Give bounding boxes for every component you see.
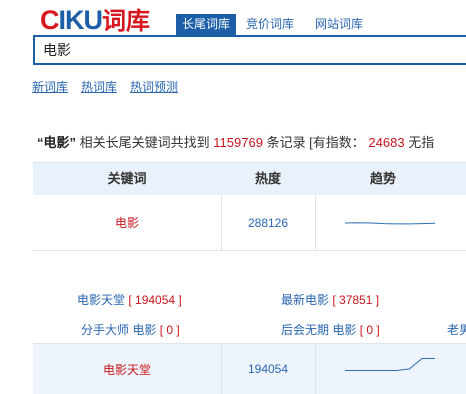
related-word[interactable]: 老男 <box>447 323 466 337</box>
logo[interactable]: CIKU词库 <box>40 5 150 37</box>
trend-sparkline <box>345 358 435 371</box>
trend-cell <box>315 344 465 394</box>
related-count: 37851 <box>339 293 373 307</box>
summary-count: 1159769 <box>213 135 263 150</box>
trend-cell <box>315 195 465 250</box>
summary-keyword: “电影” <box>37 135 77 150</box>
ciku-page: CIKU词库 长尾词库 竞价词库 网站词库 新词库热词库热词预测 “电影” 相关… <box>0 0 466 394</box>
related-word[interactable]: 后会无期 电影 <box>281 323 356 337</box>
table-row: 电影天堂 194054 <box>33 343 466 394</box>
related-word[interactable]: 最新电影 <box>281 293 329 307</box>
related-item[interactable]: 电影天堂 [ 194054 ] <box>77 291 182 308</box>
link-hot-forecast[interactable]: 热词预测 <box>130 80 178 94</box>
row-heat: 194054 <box>247 362 289 376</box>
link-new-library[interactable]: 新词库 <box>32 80 68 94</box>
row-keyword[interactable]: 电影天堂 <box>33 344 221 394</box>
summary-text-1: 相关长尾关键词共找到 <box>79 135 210 150</box>
row-heat: 288126 <box>247 215 289 230</box>
logo-cn: 词库 <box>102 8 150 35</box>
summary-index: 24683 <box>368 135 405 150</box>
header-heat: 热度 <box>254 171 281 186</box>
related-word[interactable]: 分手大师 电影 <box>81 323 156 337</box>
related-count: 0 <box>166 323 174 337</box>
tab-longtail[interactable]: 长尾词库 <box>176 14 237 35</box>
result-summary: “电影” 相关长尾关键词共找到 1159769 条记录 [有指数： 24683 … <box>37 132 434 151</box>
trend-sparkline <box>344 221 436 224</box>
related-item[interactable]: 分手大师 电影 [ 0 ] <box>81 321 180 338</box>
search-box <box>33 35 466 65</box>
related-item[interactable]: 最新电影 [ 37851 ] <box>281 291 379 308</box>
header-trend: 趋势 <box>369 171 396 186</box>
link-hot-library[interactable]: 热词库 <box>81 80 117 94</box>
tab-website[interactable]: 网站词库 <box>309 14 369 35</box>
table-header: 关键词 热度 趋势 <box>33 162 466 195</box>
related-item[interactable]: 后会无期 电影 [ 0 ] <box>281 321 380 338</box>
summary-text-3: 无指 <box>408 135 435 150</box>
row-keyword[interactable]: 电影 <box>33 195 221 250</box>
logo-iku: IKU <box>58 5 103 35</box>
related-word[interactable]: 电影天堂 <box>77 293 125 307</box>
header-keyword: 关键词 <box>107 171 147 186</box>
related-count: 0 <box>366 323 374 337</box>
search-input[interactable] <box>35 37 466 63</box>
sub-links: 新词库 热词库 热词预测 <box>32 78 191 95</box>
summary-text-2: 条记录 [有指数： <box>266 135 365 150</box>
related-item[interactable]: 老男 <box>447 321 466 338</box>
table-row: 电影 288126 <box>33 195 466 251</box>
logo-c: C <box>40 5 59 35</box>
tab-bidding[interactable]: 竞价词库 <box>240 14 300 35</box>
related-count: 194054 <box>135 293 176 307</box>
